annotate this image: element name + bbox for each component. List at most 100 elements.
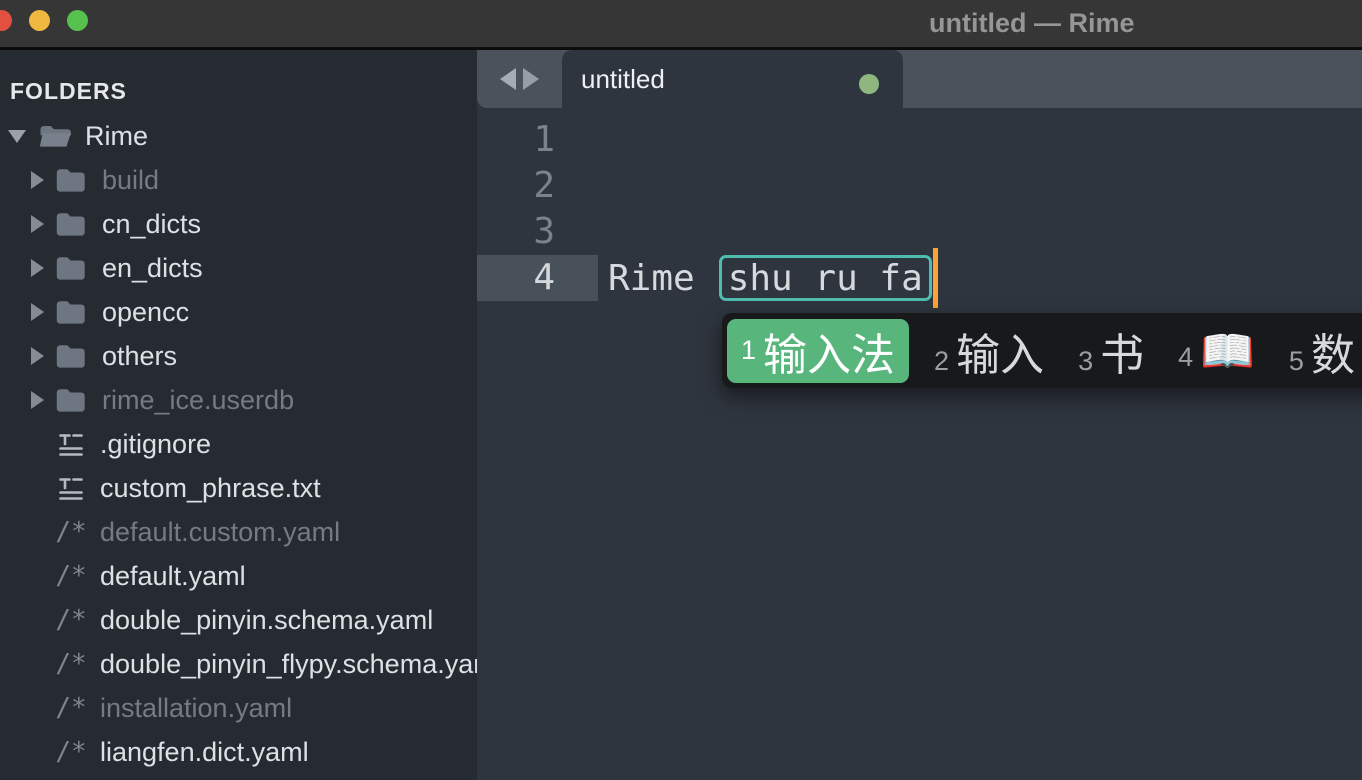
code-file-icon: /* [57,737,85,767]
tree-file-row[interactable]: /* liangfen.dict.yaml [0,730,477,774]
code-file-icon: /* [57,605,85,635]
code-file-icon: /* [57,649,85,679]
back-icon [500,68,516,90]
main-split: FOLDERS Rime build cn_dicts en_dictsopencc o… [0,50,1362,780]
tree-file-row[interactable]: /* default.yaml [0,554,477,598]
ime-candidate[interactable]: 5数 [1289,319,1355,383]
folder-icon [56,388,85,412]
code-line: 4Rime shu ru fa [477,255,1362,301]
item-label: en_dicts [102,253,203,284]
item-label: cn_dicts [102,209,201,240]
typed-text: Rime [608,258,695,299]
composition-text: shu ru fa [728,258,923,299]
back-button[interactable] [500,68,516,90]
ime-composition: shu ru fa [719,255,932,301]
candidate-text: 📖 [1200,325,1255,377]
line-number: 2 [477,163,598,209]
code-text: Rime shu ru fa [598,248,938,308]
code-editor[interactable]: 1234Rime shu ru fa [477,108,1362,301]
folder-icon [56,168,85,192]
ime-candidate-bar: 1输入法2输入3书4📖5数6述 [722,313,1362,388]
line-number: 1 [477,117,598,163]
folder-open-icon [39,123,72,149]
tree-file-row[interactable]: custom_phrase.txt [0,466,477,510]
tree-folder-row[interactable]: others [0,334,477,378]
text-caret [933,248,938,308]
item-label: liangfen.dict.yaml [100,737,309,768]
item-label: double_pinyin.schema.yaml [100,605,433,636]
folder-tree: Rime build cn_dicts en_dictsopencc others rim… [0,114,477,774]
item-label: build [102,165,159,196]
tree-folder-row[interactable]: build [0,158,477,202]
folder-icon [56,344,85,368]
folder-icon [56,300,85,324]
title-bar: untitled — Rime [0,0,1362,50]
forward-icon [523,68,539,90]
ime-candidate[interactable]: 2输入 [934,319,1044,383]
chevron-right-icon [31,347,44,365]
window-title: untitled — Rime [929,0,1135,47]
code-file-icon: /* [57,693,85,723]
folder-icon [56,256,85,280]
ime-candidate-selected[interactable]: 1输入法 [727,319,909,383]
tab-bar: untitled [477,50,1362,108]
candidate-text: 输入法 [763,319,895,383]
tree-file-row[interactable]: .gitignore [0,422,477,466]
modified-indicator-dot [859,74,879,94]
item-label: rime_ice.userdb [102,385,294,416]
line-number: 3 [477,209,598,255]
chevron-right-icon [31,303,44,321]
candidate-index: 1 [741,335,756,366]
tab-label: untitled [581,64,665,94]
code-line: 1 [477,117,1362,163]
candidate-text: 书 [1100,319,1144,383]
sidebar: FOLDERS Rime build cn_dicts en_dictsopencc o… [0,50,477,780]
code-line: 2 [477,163,1362,209]
chevron-right-icon [31,391,44,409]
minimize-button[interactable] [29,10,50,31]
text-file-icon [57,430,85,458]
chevron-right-icon [31,259,44,277]
chevron-down-icon [8,130,26,143]
tree-file-row[interactable]: /* default.custom.yaml [0,510,477,554]
forward-button[interactable] [523,68,539,90]
tree-folder-row[interactable]: en_dicts [0,246,477,290]
item-label: default.yaml [100,561,246,592]
app-window: untitled — Rime FOLDERS Rime build cn_dict… [0,0,1362,780]
ime-candidate[interactable]: 3书 [1078,319,1144,383]
tree-folder-row[interactable]: rime_ice.userdb [0,378,477,422]
tab-nav [477,50,562,108]
folders-heading: FOLDERS [10,78,477,104]
chevron-right-icon [31,171,44,189]
traffic-lights [0,10,88,31]
line-number: 4 [477,255,598,301]
text-file-icon [57,474,85,502]
code-file-icon: /* [57,517,85,547]
tree-file-row[interactable]: /* double_pinyin_flypy.schema.yaml [0,642,477,686]
item-label: .gitignore [100,429,211,460]
item-label: double_pinyin_flypy.schema.yaml [100,649,477,680]
chevron-right-icon [31,215,44,233]
tree-folder-row[interactable]: cn_dicts [0,202,477,246]
tree-file-row[interactable]: /* installation.yaml [0,686,477,730]
item-label: default.custom.yaml [100,517,340,548]
close-button[interactable] [0,10,12,31]
tree-folder-row[interactable]: opencc [0,290,477,334]
candidate-index: 2 [934,346,949,377]
zoom-button[interactable] [67,10,88,31]
tab-untitled[interactable]: untitled [562,50,903,108]
ime-candidate[interactable]: 4📖 [1178,325,1255,377]
item-label: opencc [102,297,189,328]
code-file-icon: /* [57,561,85,591]
candidate-text: 输入 [956,319,1044,383]
item-label: custom_phrase.txt [100,473,321,504]
tree-folder-row[interactable]: Rime [0,114,477,158]
candidate-text: 数 [1311,319,1355,383]
item-label: Rime [85,121,148,152]
candidate-index: 3 [1078,346,1093,377]
tree-file-row[interactable]: /* double_pinyin.schema.yaml [0,598,477,642]
item-label: installation.yaml [100,693,292,724]
candidate-index: 5 [1289,346,1304,377]
editor-pane: untitled 1234Rimeshu ru fa 1输入法2输入3书4📖5数… [477,50,1362,780]
candidate-index: 4 [1178,342,1193,373]
